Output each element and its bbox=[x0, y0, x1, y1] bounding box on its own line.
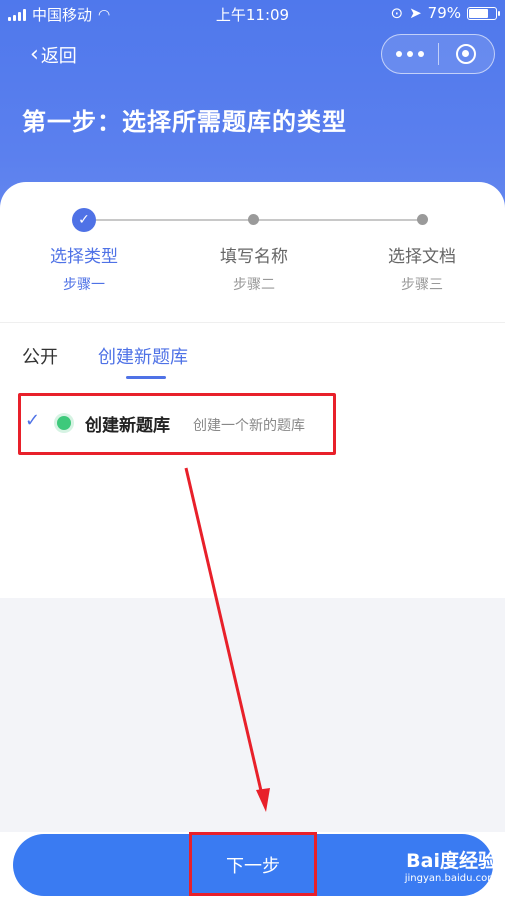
watermark: Bai度经验 jingyan.baidu.com bbox=[405, 846, 497, 884]
annotation-arrow bbox=[184, 467, 270, 812]
watermark-brand: Bai度经验 bbox=[406, 850, 497, 872]
highlight-box bbox=[189, 832, 317, 896]
watermark-url: jingyan.baidu.com bbox=[404, 873, 497, 884]
arrow-head-icon bbox=[256, 788, 270, 812]
arrow-shaft bbox=[184, 467, 264, 796]
